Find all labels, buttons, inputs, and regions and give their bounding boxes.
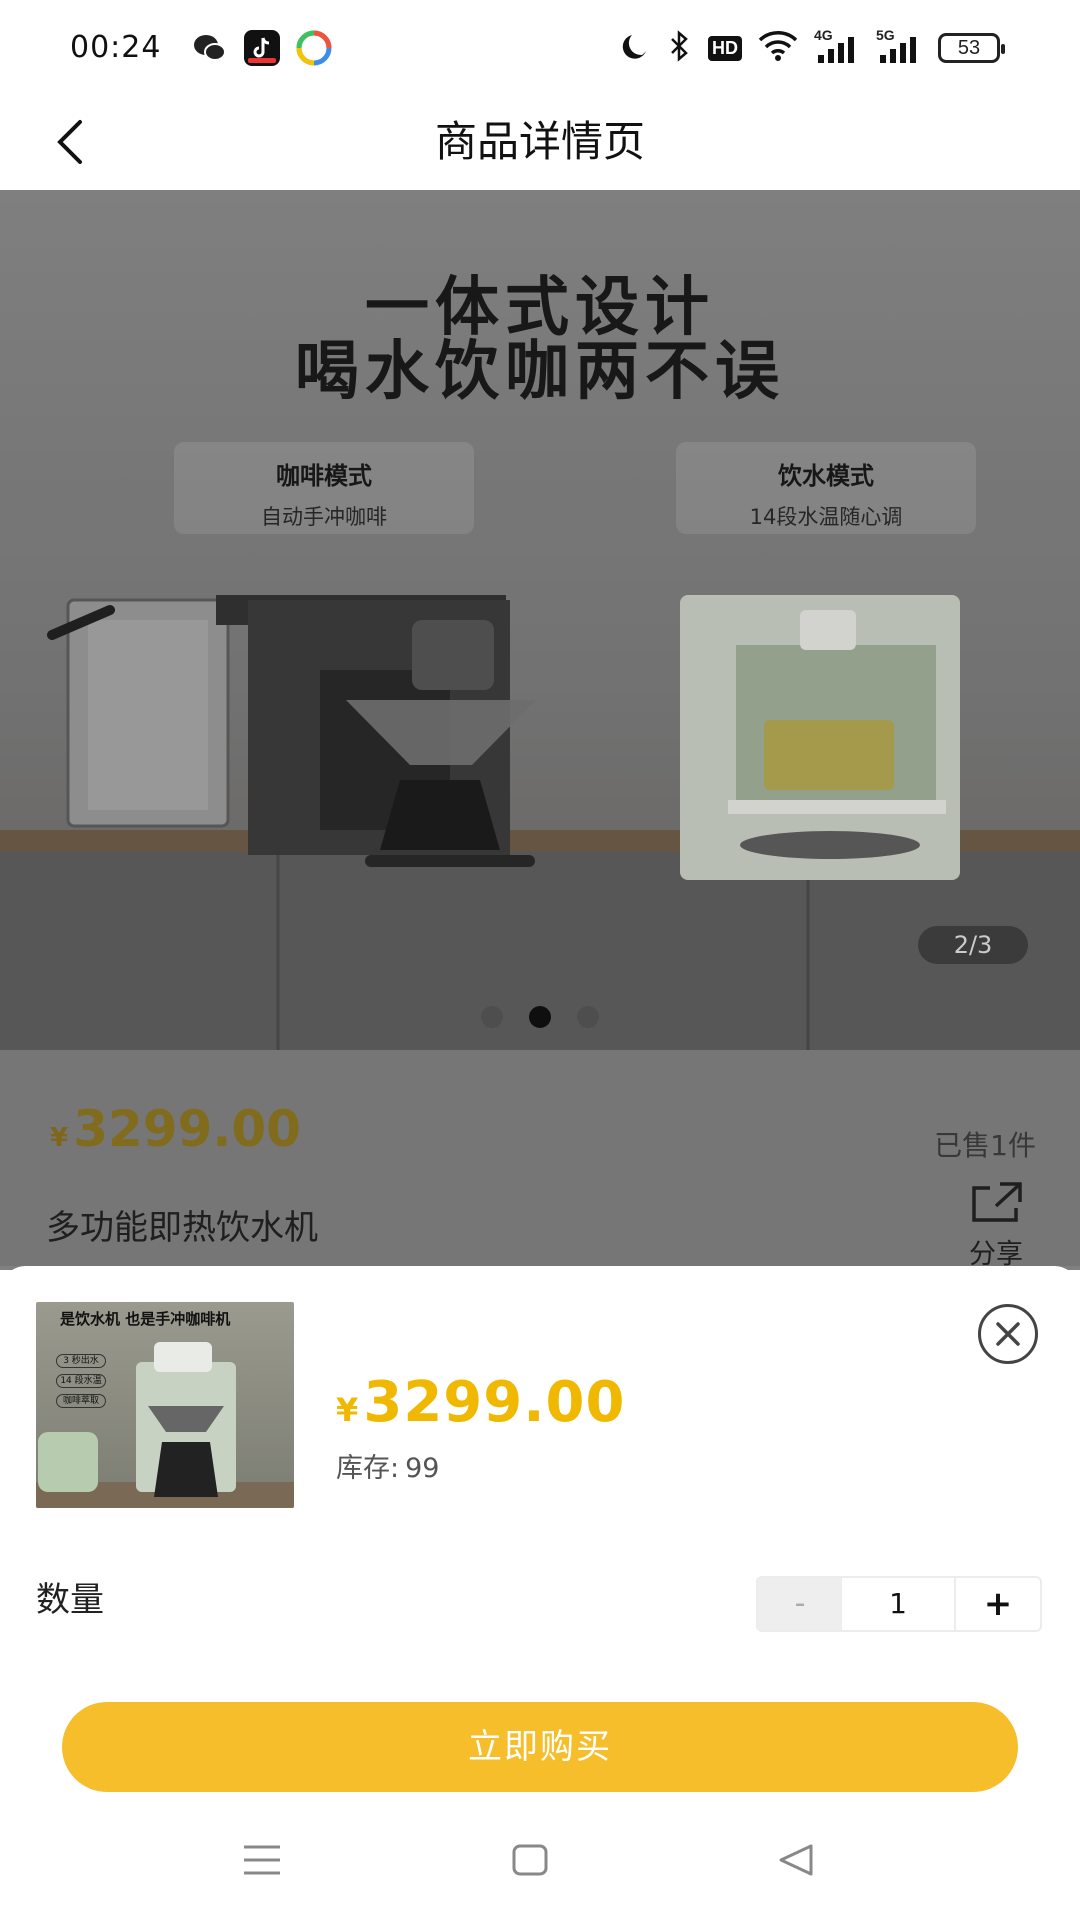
product-thumbnail: 是饮水机 也是手冲咖啡机 3 秒出水 14 段水温 咖啡萃取	[36, 1302, 294, 1508]
menu-icon	[244, 1845, 280, 1875]
purchase-sheet: 是饮水机 也是手冲咖啡机 3 秒出水 14 段水温 咖啡萃取 ¥ 3299.00…	[0, 1266, 1080, 1800]
battery-indicator: 53	[938, 33, 1005, 63]
decrease-button[interactable]: -	[758, 1578, 842, 1630]
4g-label: 4G	[814, 27, 833, 43]
moon-icon	[618, 29, 652, 67]
home-icon	[512, 1844, 548, 1876]
page: 00:24 HD 4G 5G 53 商品详情页 一体式设计 喝水饮咖两不误 咖啡…	[0, 0, 1080, 1920]
4g-signal-icon: 4G	[814, 27, 860, 65]
bluetooth-icon	[668, 29, 692, 67]
wifi-icon	[758, 30, 798, 66]
status-icons: HD 4G 5G 53	[618, 27, 1005, 68]
close-icon	[996, 1322, 1020, 1346]
browser-icon	[296, 30, 332, 66]
buy-now-button[interactable]: 立即购买	[62, 1702, 1018, 1792]
home-button[interactable]	[470, 1800, 590, 1920]
increase-button[interactable]: +	[956, 1578, 1040, 1630]
hd-icon: HD	[708, 35, 742, 61]
menu-button[interactable]	[202, 1800, 322, 1920]
close-button[interactable]	[978, 1304, 1038, 1364]
wechat-icon	[192, 30, 228, 66]
nav-bar: 商品详情页	[0, 96, 1080, 190]
quantity-input[interactable]: 1	[842, 1578, 956, 1630]
status-time: 00:24	[70, 30, 162, 65]
thumbnail-image	[36, 1342, 294, 1508]
quantity-label: 数量	[36, 1580, 104, 1620]
back-triangle-icon	[779, 1844, 813, 1876]
stock-info: 库存: 99	[336, 1446, 439, 1485]
page-title: 商品详情页	[434, 117, 645, 166]
sheet-price: ¥ 3299.00	[336, 1370, 625, 1435]
5g-label: 5G	[876, 27, 895, 43]
sheet-price-value: 3299.00	[363, 1370, 626, 1435]
sheet-currency-symbol: ¥	[336, 1391, 359, 1429]
system-navigation-bar	[0, 1800, 1080, 1920]
system-back-button[interactable]	[736, 1800, 856, 1920]
stock-value: 99	[405, 1453, 440, 1484]
5g-signal-icon: 5G	[876, 27, 922, 65]
status-bar: 00:24 HD 4G 5G 53	[0, 0, 1080, 96]
quantity-stepper: - 1 +	[756, 1576, 1042, 1632]
modal-backdrop[interactable]	[0, 190, 1080, 1266]
tiktok-icon	[244, 30, 280, 66]
stock-label: 库存:	[336, 1453, 400, 1484]
